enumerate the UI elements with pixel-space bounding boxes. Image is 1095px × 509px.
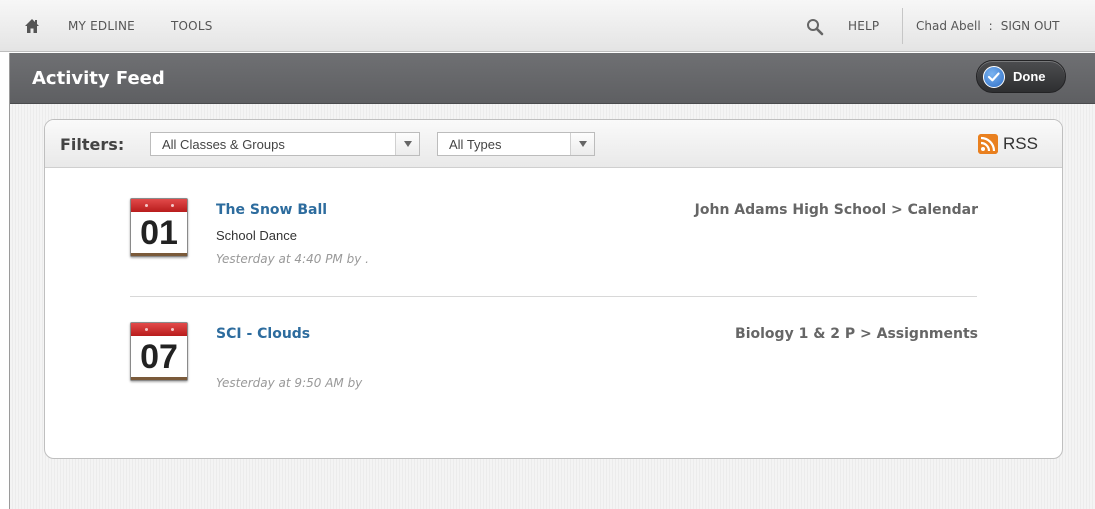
- type-select-value: All Types: [449, 137, 502, 152]
- feed-item-path[interactable]: Biology 1 & 2 P > Assignments: [735, 326, 978, 342]
- feed-item-title[interactable]: The Snow Ball: [216, 202, 327, 218]
- feed-item: 07 SCI - Clouds Yesterday at 9:50 AM by …: [45, 322, 1062, 432]
- activity-feed-panel: Filters: All Classes & Groups All Types …: [44, 119, 1063, 459]
- class-group-select[interactable]: All Classes & Groups: [150, 132, 420, 156]
- feed-item: 01 The Snow Ball School Dance Yesterday …: [45, 198, 1062, 308]
- search-icon[interactable]: [806, 18, 824, 36]
- sign-out-link[interactable]: SIGN OUT: [1001, 19, 1060, 33]
- user-name[interactable]: Chad Abell: [916, 19, 981, 33]
- feed-item-time: Yesterday at 4:40 PM by .: [216, 252, 369, 266]
- user-separator: :: [988, 19, 993, 33]
- feed-item-title[interactable]: SCI - Clouds: [216, 326, 310, 342]
- chevron-down-icon: [404, 141, 412, 147]
- nav-help[interactable]: HELP: [848, 19, 879, 33]
- type-dropdown-arrow[interactable]: [570, 133, 594, 155]
- filters-bar: Filters: All Classes & Groups All Types …: [45, 120, 1062, 168]
- feed-item-path[interactable]: John Adams High School > Calendar: [695, 202, 978, 218]
- chevron-down-icon: [579, 141, 587, 147]
- rss-icon: [978, 134, 998, 154]
- class-group-dropdown-arrow[interactable]: [395, 133, 419, 155]
- feed-item-subtitle: School Dance: [216, 228, 297, 243]
- class-group-select-value: All Classes & Groups: [162, 137, 285, 152]
- user-block: Chad Abell: SIGN OUT: [916, 19, 1060, 33]
- done-label: Done: [1013, 69, 1046, 84]
- title-bar: Activity Feed Done: [10, 53, 1095, 104]
- nav-my-edline[interactable]: MY EDLINE: [68, 19, 135, 33]
- rss-label: RSS: [1003, 134, 1038, 153]
- top-nav: MY EDLINE TOOLS HELP Chad Abell: SIGN OUT: [0, 0, 1095, 52]
- calendar-day: 01: [140, 214, 178, 252]
- check-icon: [983, 66, 1005, 88]
- type-select[interactable]: All Types: [437, 132, 595, 156]
- nav-tools[interactable]: TOOLS: [171, 19, 213, 33]
- done-button[interactable]: Done: [976, 60, 1066, 93]
- feed-item-time: Yesterday at 9:50 AM by: [216, 376, 363, 390]
- feed-divider: [130, 296, 977, 297]
- calendar-icon: 01: [130, 198, 188, 257]
- calendar-icon: 07: [130, 322, 188, 381]
- home-icon[interactable]: [24, 18, 40, 34]
- calendar-day: 07: [140, 338, 178, 376]
- page-title: Activity Feed: [32, 68, 165, 89]
- nav-divider: [902, 8, 903, 44]
- filters-label: Filters:: [60, 135, 125, 154]
